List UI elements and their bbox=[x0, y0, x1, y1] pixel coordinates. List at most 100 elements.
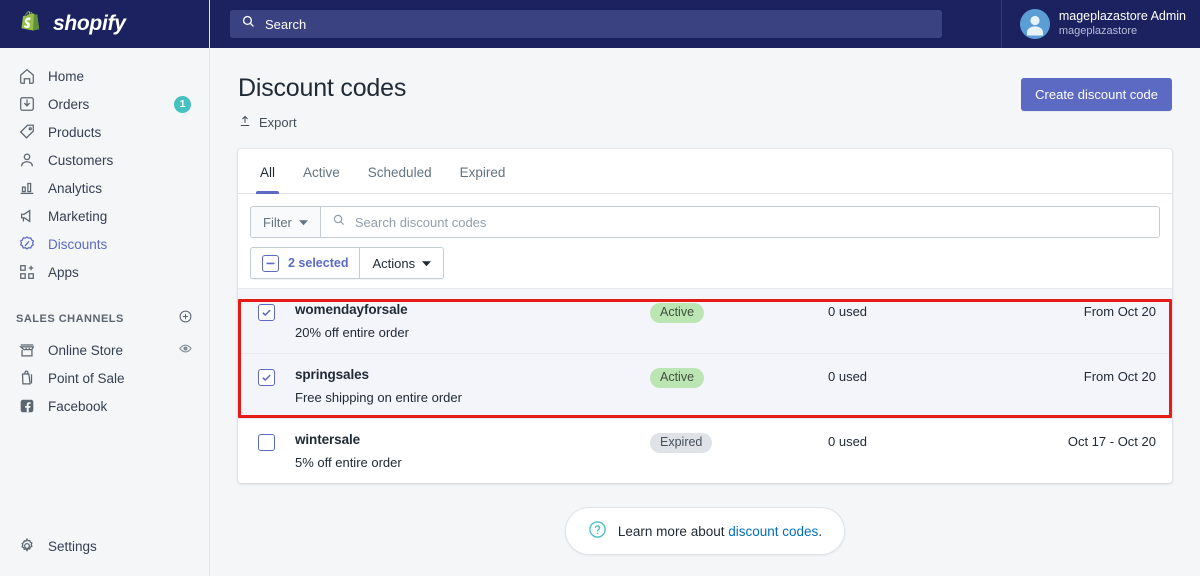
analytics-bars-icon bbox=[16, 178, 38, 198]
chevron-down-icon bbox=[298, 215, 308, 230]
sidebar-item-facebook[interactable]: Facebook bbox=[8, 392, 201, 420]
apps-grid-plus-icon bbox=[16, 262, 38, 282]
search-placeholder: Search discount codes bbox=[354, 214, 487, 230]
row-used-count: 0 used bbox=[828, 434, 868, 449]
row-main: springsales Free shipping on entire orde… bbox=[295, 367, 650, 405]
search-icon bbox=[241, 14, 256, 34]
export-button[interactable]: Export bbox=[238, 114, 297, 131]
status-badge: Expired bbox=[650, 433, 713, 453]
sidebar-item-orders[interactable]: Orders 1 bbox=[8, 90, 201, 118]
product-tag-icon bbox=[16, 122, 38, 142]
sidebar-item-customers[interactable]: Customers bbox=[8, 146, 201, 174]
row-checkbox-cell bbox=[258, 432, 275, 451]
actions-dropdown-button[interactable]: Actions bbox=[360, 248, 443, 278]
global-search-input[interactable]: Search bbox=[230, 10, 942, 38]
checkbox-indeterminate-icon[interactable] bbox=[262, 254, 279, 272]
sidebar-label: Apps bbox=[48, 264, 79, 280]
upload-icon bbox=[238, 114, 252, 131]
plus-circle-icon[interactable] bbox=[178, 309, 193, 329]
main-nav: Home Orders 1 Products Customers Analyti… bbox=[0, 48, 209, 286]
user-menu[interactable]: mageplazastore Admin mageplazastore bbox=[1000, 0, 1186, 48]
sidebar-item-analytics[interactable]: Analytics bbox=[8, 174, 201, 202]
discount-codes-link[interactable]: discount codes bbox=[728, 524, 818, 539]
topbar: Search mageplazastore Admin mageplazasto… bbox=[210, 0, 1200, 48]
table-row[interactable]: springsales Free shipping on entire orde… bbox=[238, 353, 1172, 418]
sidebar-label: Home bbox=[48, 68, 85, 84]
page-header: Discount codes Export Create discount co… bbox=[238, 48, 1172, 149]
row-date-range: From Oct 20 bbox=[1083, 369, 1156, 384]
settings-section: Settings bbox=[0, 532, 209, 576]
eye-icon[interactable] bbox=[178, 341, 193, 359]
checkbox-unchecked-icon[interactable] bbox=[258, 434, 275, 451]
row-date-range: Oct 17 - Oct 20 bbox=[1067, 434, 1156, 449]
table-row[interactable]: wintersale 5% off entire order Expired 0… bbox=[238, 418, 1172, 483]
sidebar-item-point-of-sale[interactable]: Point of Sale bbox=[8, 364, 201, 392]
sidebar-item-marketing[interactable]: Marketing bbox=[8, 202, 201, 230]
brand-name: shopify bbox=[53, 12, 126, 35]
sidebar-item-home[interactable]: Home bbox=[8, 62, 201, 90]
discount-description: 20% off entire order bbox=[295, 325, 409, 340]
export-label: Export bbox=[259, 115, 297, 130]
sidebar-label: Analytics bbox=[48, 180, 103, 196]
filter-dropdown-button[interactable]: Filter bbox=[251, 207, 321, 237]
user-text: mageplazastore Admin mageplazastore bbox=[1059, 9, 1186, 38]
user-avatar-icon bbox=[1019, 9, 1050, 39]
row-status-cell: Active bbox=[650, 367, 828, 388]
tabs: All Active Scheduled Expired bbox=[238, 149, 1172, 194]
checkbox-checked-icon[interactable] bbox=[258, 304, 275, 321]
tab-active[interactable]: Active bbox=[289, 149, 354, 193]
page-title: Discount codes bbox=[238, 74, 407, 102]
customer-person-icon bbox=[16, 150, 38, 170]
help-footer: Learn more about discount codes. bbox=[238, 483, 1172, 555]
row-status-cell: Expired bbox=[650, 432, 828, 453]
pos-bag-icon bbox=[16, 368, 38, 388]
filter-label: Filter bbox=[263, 214, 292, 230]
discounts-card: All Active Scheduled Expired Filter Sear… bbox=[238, 149, 1172, 483]
tab-all[interactable]: All bbox=[246, 149, 289, 194]
row-used-count: 0 used bbox=[828, 304, 868, 319]
tab-scheduled[interactable]: Scheduled bbox=[354, 149, 446, 193]
discount-description: Free shipping on entire order bbox=[295, 390, 462, 405]
chevron-down-icon bbox=[422, 256, 432, 271]
discount-description: 5% off entire order bbox=[295, 455, 402, 470]
sales-channels-title: SALES CHANNELS bbox=[16, 313, 124, 325]
status-badge: Active bbox=[650, 368, 705, 388]
create-discount-code-button[interactable]: Create discount code bbox=[1021, 78, 1172, 111]
sidebar-label: Discounts bbox=[48, 236, 108, 252]
brand-header[interactable]: shopify bbox=[0, 0, 209, 48]
home-icon bbox=[16, 66, 38, 86]
status-badge: Active bbox=[650, 303, 705, 323]
sidebar-item-online-store[interactable]: Online Store bbox=[8, 336, 201, 364]
tab-expired[interactable]: Expired bbox=[446, 149, 520, 193]
sidebar-item-products[interactable]: Products bbox=[8, 118, 201, 146]
sidebar-label: Marketing bbox=[48, 208, 108, 224]
sidebar-label: Facebook bbox=[48, 398, 108, 414]
sidebar-label: Settings bbox=[48, 538, 97, 554]
bulk-action-group: 2 selected Actions bbox=[250, 247, 445, 279]
bulk-actions-row: 2 selected Actions bbox=[238, 238, 1172, 288]
shopify-bag-icon bbox=[21, 11, 40, 31]
row-checkbox-cell bbox=[258, 302, 275, 321]
marketing-megaphone-icon bbox=[16, 206, 38, 226]
sidebar-item-apps[interactable]: Apps bbox=[8, 258, 201, 286]
search-icon bbox=[332, 213, 346, 232]
sidebar-label: Orders bbox=[48, 96, 90, 112]
discount-rows: womendayforsale 20% off entire order Act… bbox=[238, 288, 1172, 483]
sales-channels-header: SALES CHANNELS bbox=[8, 308, 201, 330]
filter-bar: Filter Search discount codes bbox=[250, 206, 1160, 238]
select-all-control[interactable]: 2 selected bbox=[251, 248, 361, 278]
discount-percent-icon bbox=[16, 234, 38, 254]
row-main: womendayforsale 20% off entire order bbox=[295, 302, 650, 340]
sidebar-label: Point of Sale bbox=[48, 370, 125, 386]
sidebar-label: Products bbox=[48, 124, 102, 140]
checkbox-checked-icon[interactable] bbox=[258, 369, 275, 386]
sidebar-item-settings[interactable]: Settings bbox=[8, 532, 201, 560]
sidebar-item-discounts[interactable]: Discounts bbox=[8, 230, 201, 258]
search-discount-codes-input[interactable]: Search discount codes bbox=[321, 207, 1159, 237]
learn-more-suffix: . bbox=[818, 523, 823, 539]
page-header-left: Discount codes Export bbox=[238, 74, 1021, 133]
question-circle-icon bbox=[588, 520, 607, 542]
storefront-icon bbox=[16, 340, 38, 360]
table-row[interactable]: womendayforsale 20% off entire order Act… bbox=[238, 288, 1172, 353]
